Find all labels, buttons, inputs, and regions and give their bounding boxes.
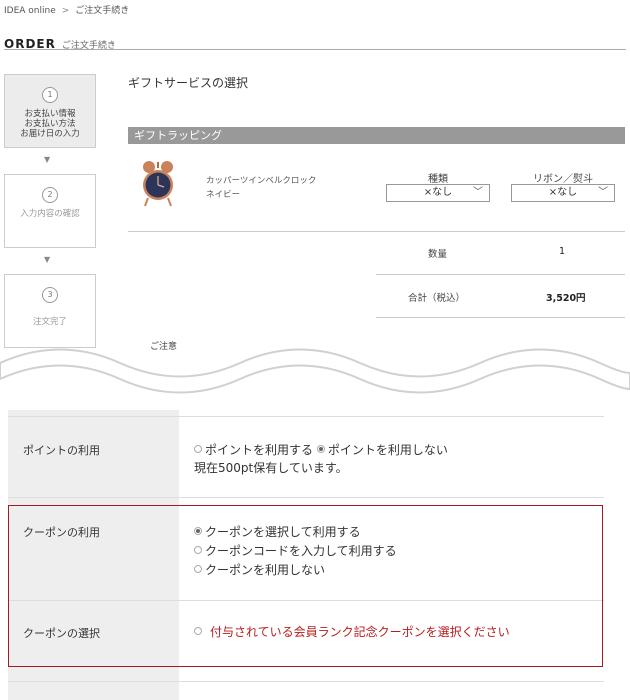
points-not-use-label: ポイントを利用しない xyxy=(327,443,448,457)
ribbon-value: ×なし xyxy=(548,187,578,198)
wrap-type-label: 種類 xyxy=(428,174,448,185)
step-arrow-icon: ▼ xyxy=(44,155,51,164)
step-2: 2 入力内容の確認 xyxy=(4,174,96,248)
chevron-down-icon: ﹀ xyxy=(598,187,608,198)
wrap-type-value: ×なし xyxy=(423,187,453,198)
radio-icon[interactable] xyxy=(194,445,202,453)
breadcrumb-home-link[interactable]: IDEA online xyxy=(4,6,56,16)
points-not-use-option[interactable]: ポイントを利用しない xyxy=(316,443,448,457)
radio-selected-icon[interactable] xyxy=(316,445,325,453)
points-options: ポイントを利用する ポイントを利用しない xyxy=(194,441,448,458)
step-3-number: 3 xyxy=(42,287,58,303)
step-arrow-icon: ▼ xyxy=(44,255,51,264)
breadcrumb-current: ご注文手続き xyxy=(75,6,130,16)
gift-wrapping-bar: ギフトラッピング xyxy=(128,127,625,144)
points-label: ポイントの利用 xyxy=(23,444,100,457)
step-2-number: 2 xyxy=(42,187,58,203)
wavy-break-divider xyxy=(0,348,630,394)
points-use-option[interactable]: ポイントを利用する xyxy=(194,443,313,457)
summary-divider xyxy=(376,274,625,275)
header-divider xyxy=(4,49,626,50)
step-3: 3 注文完了 xyxy=(4,274,96,348)
quantity-value: 1 xyxy=(559,246,566,257)
summary-divider xyxy=(376,317,625,318)
wrap-type-select[interactable]: ×なし ﹀ xyxy=(386,184,490,202)
row-divider xyxy=(8,681,604,682)
ribbon-label: リボン／熨斗 xyxy=(533,174,593,185)
total-label: 合計（税込） xyxy=(408,293,466,304)
row-divider xyxy=(8,497,604,498)
points-balance: 現在500pt保有しています。 xyxy=(194,461,348,475)
row-divider xyxy=(8,416,604,417)
step-2-label: 入力内容の確認 xyxy=(20,209,80,219)
ribbon-select[interactable]: ×なし ﹀ xyxy=(511,184,615,202)
step-3-label: 注文完了 xyxy=(32,317,67,327)
chevron-down-icon: ﹀ xyxy=(473,187,483,198)
gift-section-title: ギフトサービスの選択 xyxy=(128,76,249,90)
total-value: 3,520円 xyxy=(546,293,586,304)
product-clock-image xyxy=(143,161,173,207)
breadcrumb-separator: > xyxy=(61,6,70,16)
breadcrumb: IDEA online > ご注文手続き xyxy=(4,3,129,16)
step-1-number: 1 xyxy=(42,87,58,103)
gift-divider xyxy=(128,231,625,232)
step-1: 1 お支払い情報 お支払い方法 お届け日の入力 xyxy=(4,74,96,148)
points-use-label: ポイントを利用する xyxy=(205,443,314,457)
step-1-label: お支払い情報 お支払い方法 お届け日の入力 xyxy=(20,109,80,139)
quantity-label: 数量 xyxy=(428,249,448,260)
product-name: カッパーツインベルクロック ネイビー xyxy=(206,176,317,200)
coupon-highlight-box xyxy=(8,505,603,667)
